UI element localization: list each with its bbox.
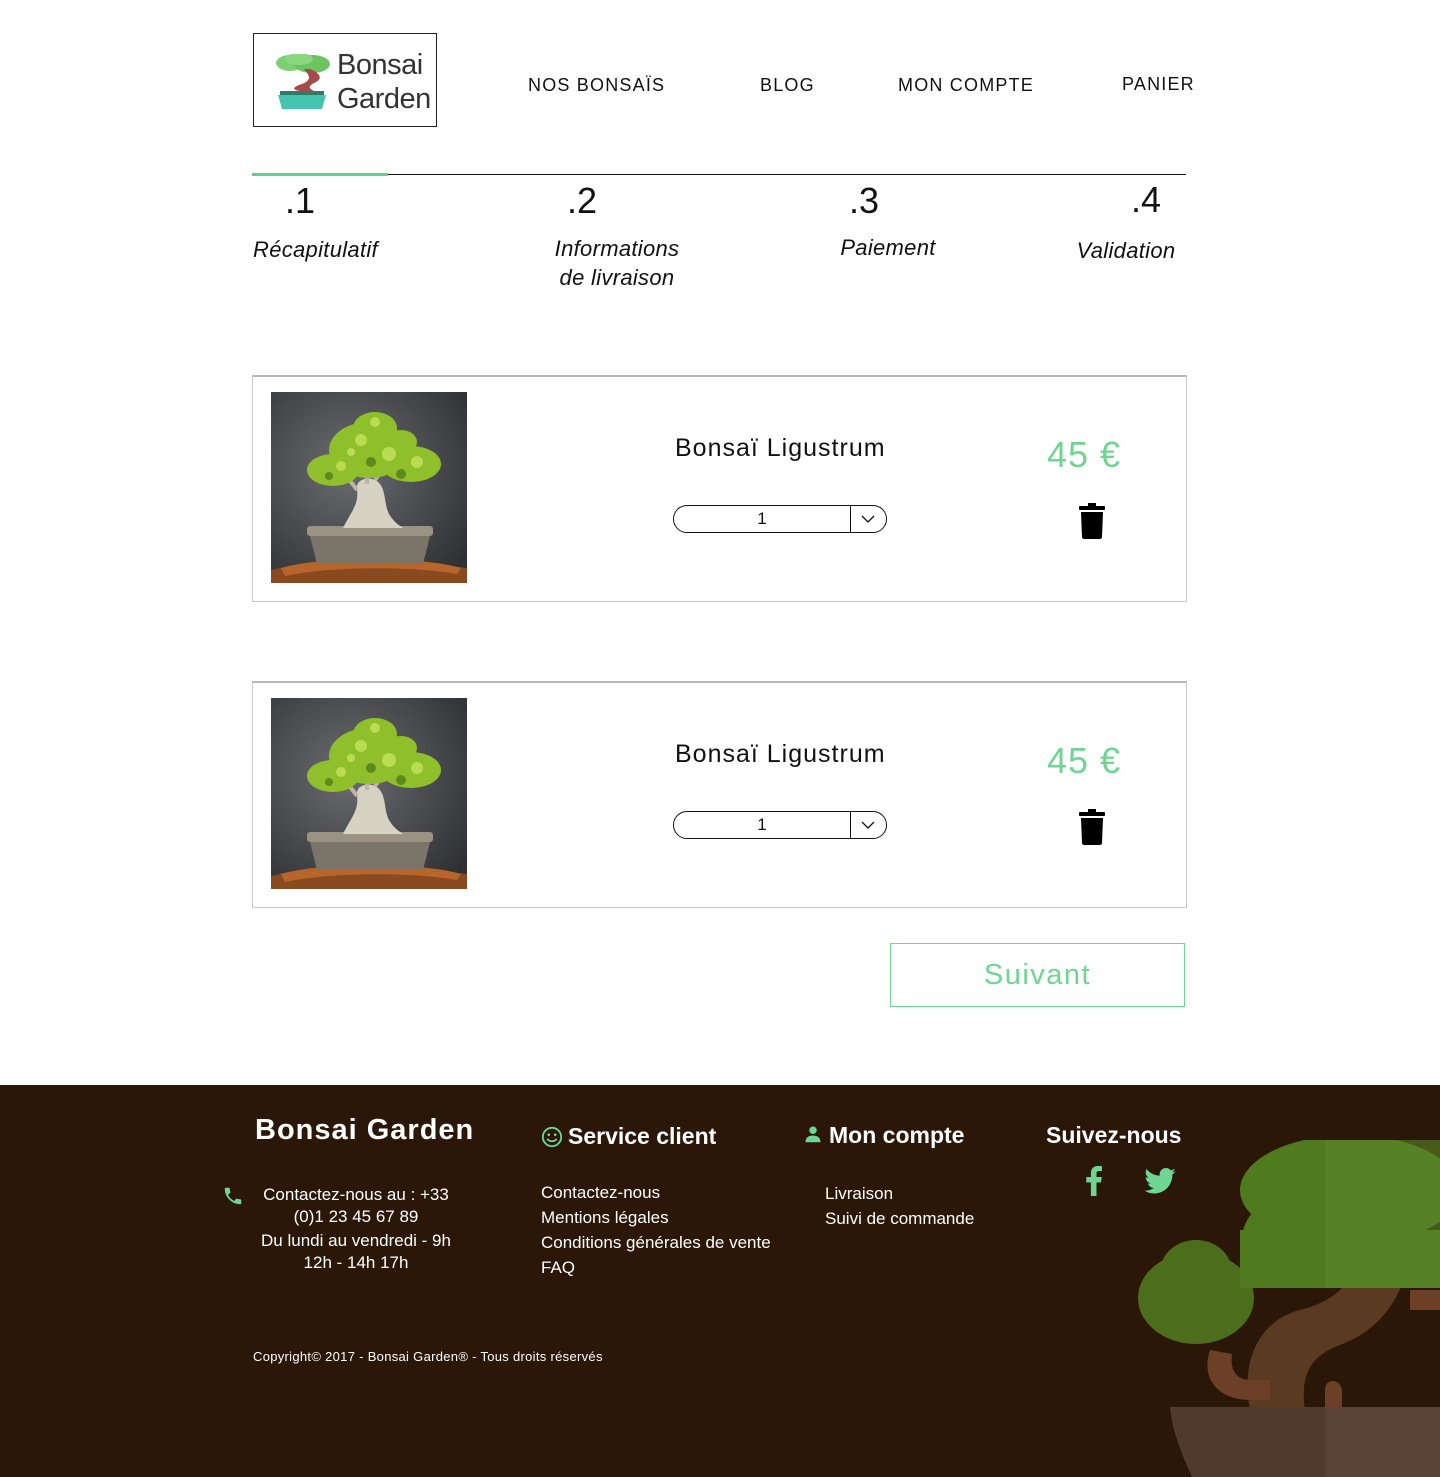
step-2-label-line1: Informations [554,236,680,261]
footer-hours-line1: Du lundi au vendredi - 9h [261,1231,451,1250]
footer-link-mentions[interactable]: Mentions légales [541,1205,771,1230]
footer-contact-line2[interactable]: (0)1 23 45 67 89 [250,1206,462,1228]
quantity-value: 1 [674,812,851,838]
copyright: Copyright© 2017 - Bonsai Garden® - Tous … [253,1349,603,1364]
footer-link-cgv[interactable]: Conditions générales de vente [541,1230,771,1255]
footer-service-links: Contactez-nous Mentions légales Conditio… [541,1180,771,1280]
step-4-number: .4 [1131,179,1162,220]
next-button[interactable]: Suivant [890,943,1185,1007]
step-2-label-line2: de livraison [559,265,675,290]
step-3-number: .3 [849,180,880,221]
footer-contact: Contactez-nous au : +33 (0)1 23 45 67 89 [250,1184,462,1228]
step-active-indicator [252,173,388,176]
logo[interactable]: Bonsai Garden [253,33,437,127]
quantity-select[interactable]: 1 [673,505,887,533]
cart-item: Bonsaï Ligustrum 1 45 € [252,375,1187,602]
nav-mon-compte[interactable]: MON COMPTE [898,75,1034,96]
footer-hours-line2: 12h - 14h 17h [303,1253,409,1272]
user-icon [805,1126,821,1143]
bonsai-illustration [1138,1140,1440,1477]
twitter-icon[interactable] [1144,1168,1176,1194]
product-image[interactable] [271,392,467,583]
product-image[interactable] [271,698,467,889]
smiley-icon [541,1126,563,1148]
product-price: 45 € [1047,740,1122,781]
nav-panier[interactable]: PANIER [1122,74,1195,95]
footer-service-title: Service client [568,1123,717,1149]
nav-nos-bonsais[interactable]: NOS BONSAÏS [528,75,665,96]
step-2-number: .2 [567,180,598,221]
footer: Bonsai Garden Contactez-nous au : +33 (0… [0,1085,1440,1477]
logo-text-line2: Garden [337,83,431,115]
phone-icon [224,1187,242,1205]
facebook-icon[interactable] [1083,1166,1105,1196]
footer-account-links: Livraison Suivi de commande [825,1181,974,1231]
step-2-label: Informations de livraison [540,234,694,292]
footer-account-title: Mon compte [829,1122,965,1148]
footer-link-contact[interactable]: Contactez-nous [541,1180,771,1205]
step-4-label: Validation [1076,238,1176,263]
footer-link-livraison[interactable]: Livraison [825,1181,974,1206]
step-1-number: .1 [285,180,316,221]
product-price: 45 € [1047,434,1122,475]
step-3-label: Paiement [840,235,936,260]
chevron-down-icon [861,821,875,829]
footer-hours: Du lundi au vendredi - 9h 12h - 14h 17h [248,1230,464,1274]
trash-icon[interactable] [1079,503,1105,539]
cart-item: Bonsaï Ligustrum 1 45 € [252,681,1187,908]
footer-contact-line1: Contactez-nous au : +33 [263,1185,449,1204]
footer-link-suivi[interactable]: Suivi de commande [825,1206,974,1231]
logo-text-line1: Bonsai [337,49,423,81]
bonsai-logo-icon [276,54,330,109]
trash-icon[interactable] [1079,809,1105,845]
steps-divider [252,174,1186,175]
chevron-down-icon [861,515,875,523]
quantity-value: 1 [674,506,851,532]
footer-brand: Bonsai Garden [255,1114,475,1146]
footer-link-faq[interactable]: FAQ [541,1255,771,1280]
footer-follow-title: Suivez-nous [1046,1122,1182,1148]
nav-blog[interactable]: BLOG [760,75,815,96]
product-name[interactable]: Bonsaï Ligustrum [675,740,886,769]
step-1-label: Récapitulatif [253,237,378,262]
product-name[interactable]: Bonsaï Ligustrum [675,434,886,463]
quantity-select[interactable]: 1 [673,811,887,839]
